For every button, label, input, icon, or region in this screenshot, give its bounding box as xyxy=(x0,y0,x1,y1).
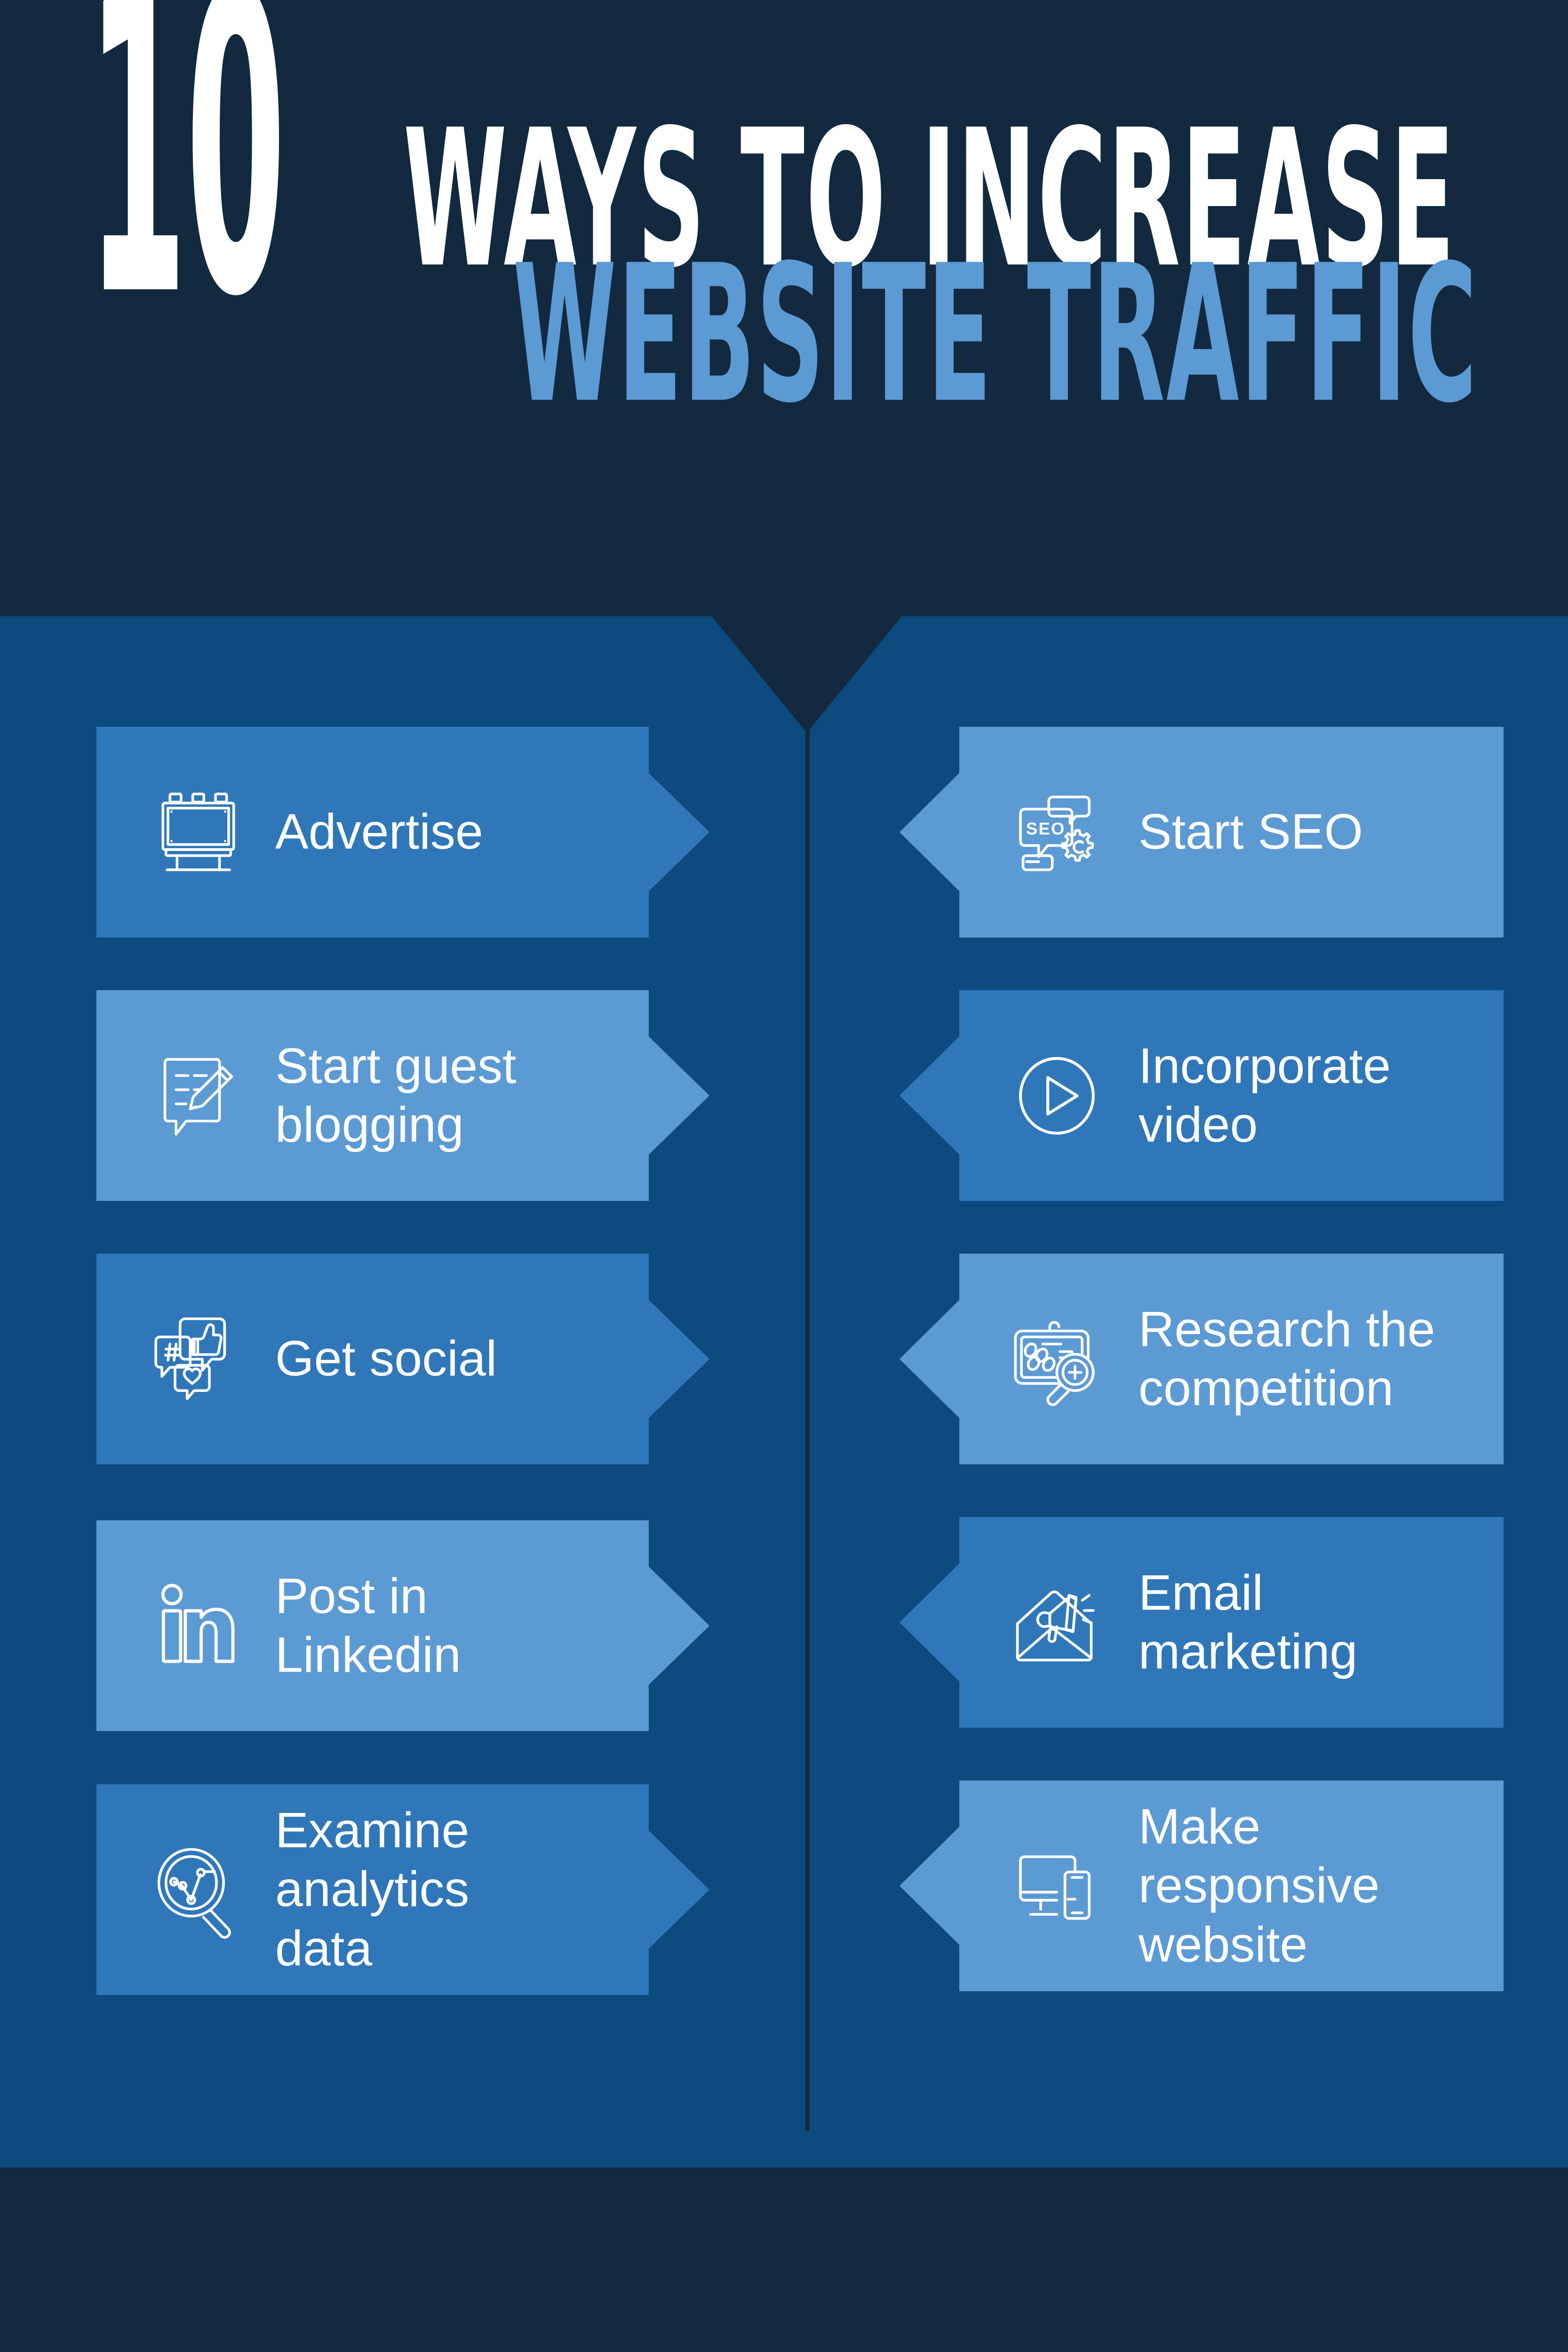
list-item-label: Advertise xyxy=(275,804,483,860)
list-item-label: Start SEO xyxy=(1138,804,1363,860)
list-item-advertise[interactable]: Advertise xyxy=(96,727,709,938)
headline-number: 10 xyxy=(87,0,286,388)
list-item-research-the-competition[interactable]: Research the competition xyxy=(899,1254,1504,1464)
research-board-magnifier-icon xyxy=(1002,1304,1111,1414)
list-item-start-guest-blogging[interactable]: Start guest blogging xyxy=(96,990,709,1201)
list-item-incorporate-video[interactable]: Incorporate video xyxy=(899,990,1504,1201)
list-item-make-responsive-website[interactable]: Make responsive website xyxy=(899,1780,1504,1991)
analytics-magnifier-icon xyxy=(143,1835,253,1944)
header-v-notch xyxy=(712,616,902,733)
seo-gear-icon: SEO xyxy=(1002,778,1111,887)
list-item-label: Incorporate video xyxy=(1138,1038,1391,1152)
responsive-devices-icon xyxy=(1002,1831,1111,1940)
list-item-label: Examine analytics data xyxy=(275,1803,470,1976)
list-item-start-seo[interactable]: SEO Start SEO xyxy=(899,727,1504,938)
guest-blogging-icon xyxy=(143,1041,253,1150)
header-band: 10 WAYS TO INCREASE WEBSITE TRAFFIC xyxy=(0,0,1568,616)
list-item-examine-analytics-data[interactable]: Examine analytics data xyxy=(96,1784,709,1995)
svg-text:SEO: SEO xyxy=(1026,818,1066,838)
list-item-get-social[interactable]: Get social xyxy=(96,1254,709,1464)
list-item-label: Make responsive website xyxy=(1138,1799,1380,1972)
infographic-poster: 10 WAYS TO INCREASE WEBSITE TRAFFIC Adve… xyxy=(0,0,1568,2352)
headline-line-2: WEBSITE TRAFFIC xyxy=(513,224,1479,445)
list-item-label: Get social xyxy=(275,1331,497,1387)
social-bubbles-icon xyxy=(143,1304,253,1414)
linkedin-icon xyxy=(143,1571,253,1680)
footer-band xyxy=(0,2168,1568,2352)
list-item-label: Research the competition xyxy=(1138,1301,1435,1416)
list-item-label: Email marketing xyxy=(1138,1565,1358,1679)
list-item-email-marketing[interactable]: Email marketing xyxy=(899,1517,1504,1728)
play-button-icon xyxy=(1002,1041,1111,1150)
list-item-label: Post in Linkedin xyxy=(275,1568,461,1683)
billboard-icon xyxy=(143,778,253,887)
center-divider-line xyxy=(805,729,810,2131)
list-item-label: Start guest blogging xyxy=(275,1038,517,1152)
list-item-post-in-linkedin[interactable]: Post in Linkedin xyxy=(96,1520,709,1731)
envelope-megaphone-icon xyxy=(1002,1568,1111,1677)
header-title-block: 10 WAYS TO INCREASE WEBSITE TRAFFIC xyxy=(87,0,1480,429)
